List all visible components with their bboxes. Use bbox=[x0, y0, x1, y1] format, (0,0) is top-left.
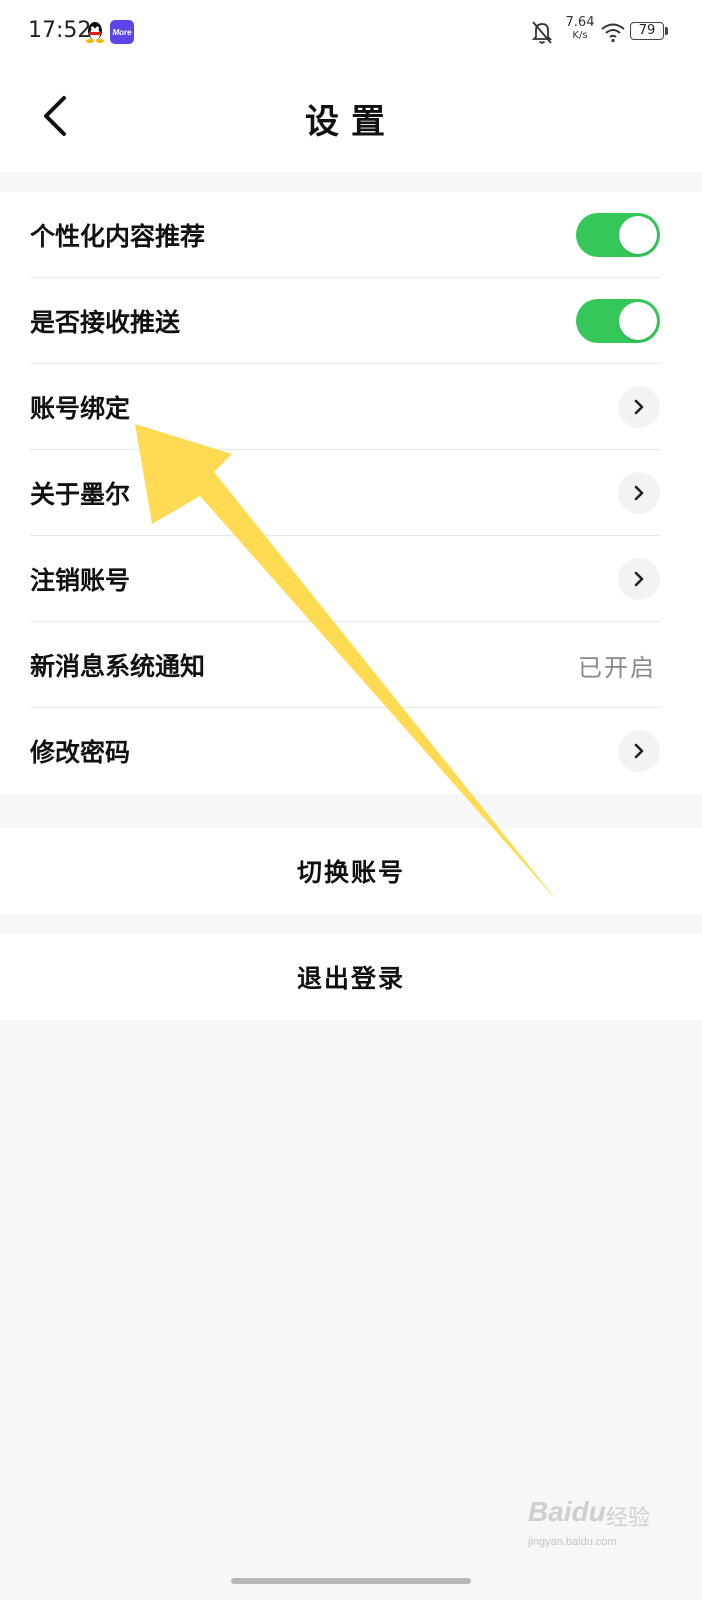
page-title: 设置 bbox=[305, 102, 397, 142]
notification-status-value: 已开启 bbox=[578, 653, 656, 682]
battery-cap bbox=[665, 27, 668, 35]
chevron-right-icon bbox=[618, 730, 660, 772]
setting-label: 是否接收推送 bbox=[30, 308, 181, 337]
setting-row-deactivate-account[interactable]: 注销账号 bbox=[0, 536, 702, 622]
chevron-right-icon bbox=[618, 558, 660, 600]
receive-push-toggle[interactable] bbox=[576, 299, 660, 343]
network-speed-unit: K/s bbox=[572, 30, 588, 41]
setting-label: 新消息系统通知 bbox=[30, 652, 206, 681]
baidu-watermark: Baidu 经验 jingyan.baidu.com bbox=[528, 1496, 678, 1556]
status-time: 17:52 bbox=[28, 18, 92, 43]
home-indicator[interactable] bbox=[231, 1578, 471, 1584]
setting-row-receive-push: 是否接收推送 bbox=[0, 278, 702, 364]
header: 设置 bbox=[0, 64, 702, 172]
switch-account-label: 切换账号 bbox=[296, 858, 405, 887]
logout-button[interactable]: 退出登录 bbox=[0, 934, 702, 1020]
personalized-recommendation-toggle[interactable] bbox=[576, 213, 660, 257]
setting-label: 个性化内容推荐 bbox=[30, 222, 206, 251]
setting-label: 修改密码 bbox=[30, 738, 131, 767]
setting-label: 账号绑定 bbox=[30, 394, 131, 423]
battery-icon: 79 bbox=[630, 22, 670, 42]
watermark-url: jingyan.baidu.com bbox=[528, 1536, 617, 1548]
toggle-knob bbox=[619, 216, 657, 254]
setting-label: 注销账号 bbox=[30, 566, 131, 595]
network-speed: 7.64 K/s bbox=[562, 16, 598, 41]
chevron-right-icon bbox=[618, 472, 660, 514]
qq-icon bbox=[86, 22, 104, 43]
watermark-brand-cn: 经验 bbox=[606, 1506, 651, 1531]
more-app-label: More bbox=[112, 27, 132, 37]
more-app-icon: More bbox=[110, 20, 134, 44]
toggle-knob bbox=[619, 302, 657, 340]
setting-row-system-notification[interactable]: 新消息系统通知 已开启 bbox=[0, 622, 702, 708]
setting-label: 关于墨尔 bbox=[30, 480, 131, 509]
logout-label: 退出登录 bbox=[296, 964, 405, 993]
status-bar: 17:52 More 7.64 K/s 79 bbox=[0, 0, 702, 64]
setting-row-about[interactable]: 关于墨尔 bbox=[0, 450, 702, 536]
setting-row-change-password[interactable]: 修改密码 bbox=[0, 708, 702, 794]
network-speed-value: 7.64 bbox=[565, 15, 595, 30]
battery-level: 79 bbox=[630, 22, 664, 40]
setting-row-account-binding[interactable]: 账号绑定 bbox=[0, 364, 702, 450]
settings-list: 个性化内容推荐 是否接收推送 账号绑定 关于墨尔 注销账号 新消息系统通知 已开… bbox=[0, 192, 702, 794]
setting-row-personalized-recommendation: 个性化内容推荐 bbox=[0, 192, 702, 278]
switch-account-button[interactable]: 切换账号 bbox=[0, 828, 702, 914]
wifi-icon bbox=[601, 23, 625, 43]
bell-off-icon bbox=[531, 21, 553, 44]
chevron-right-icon bbox=[618, 386, 660, 428]
watermark-brand: Baidu bbox=[528, 1496, 606, 1527]
